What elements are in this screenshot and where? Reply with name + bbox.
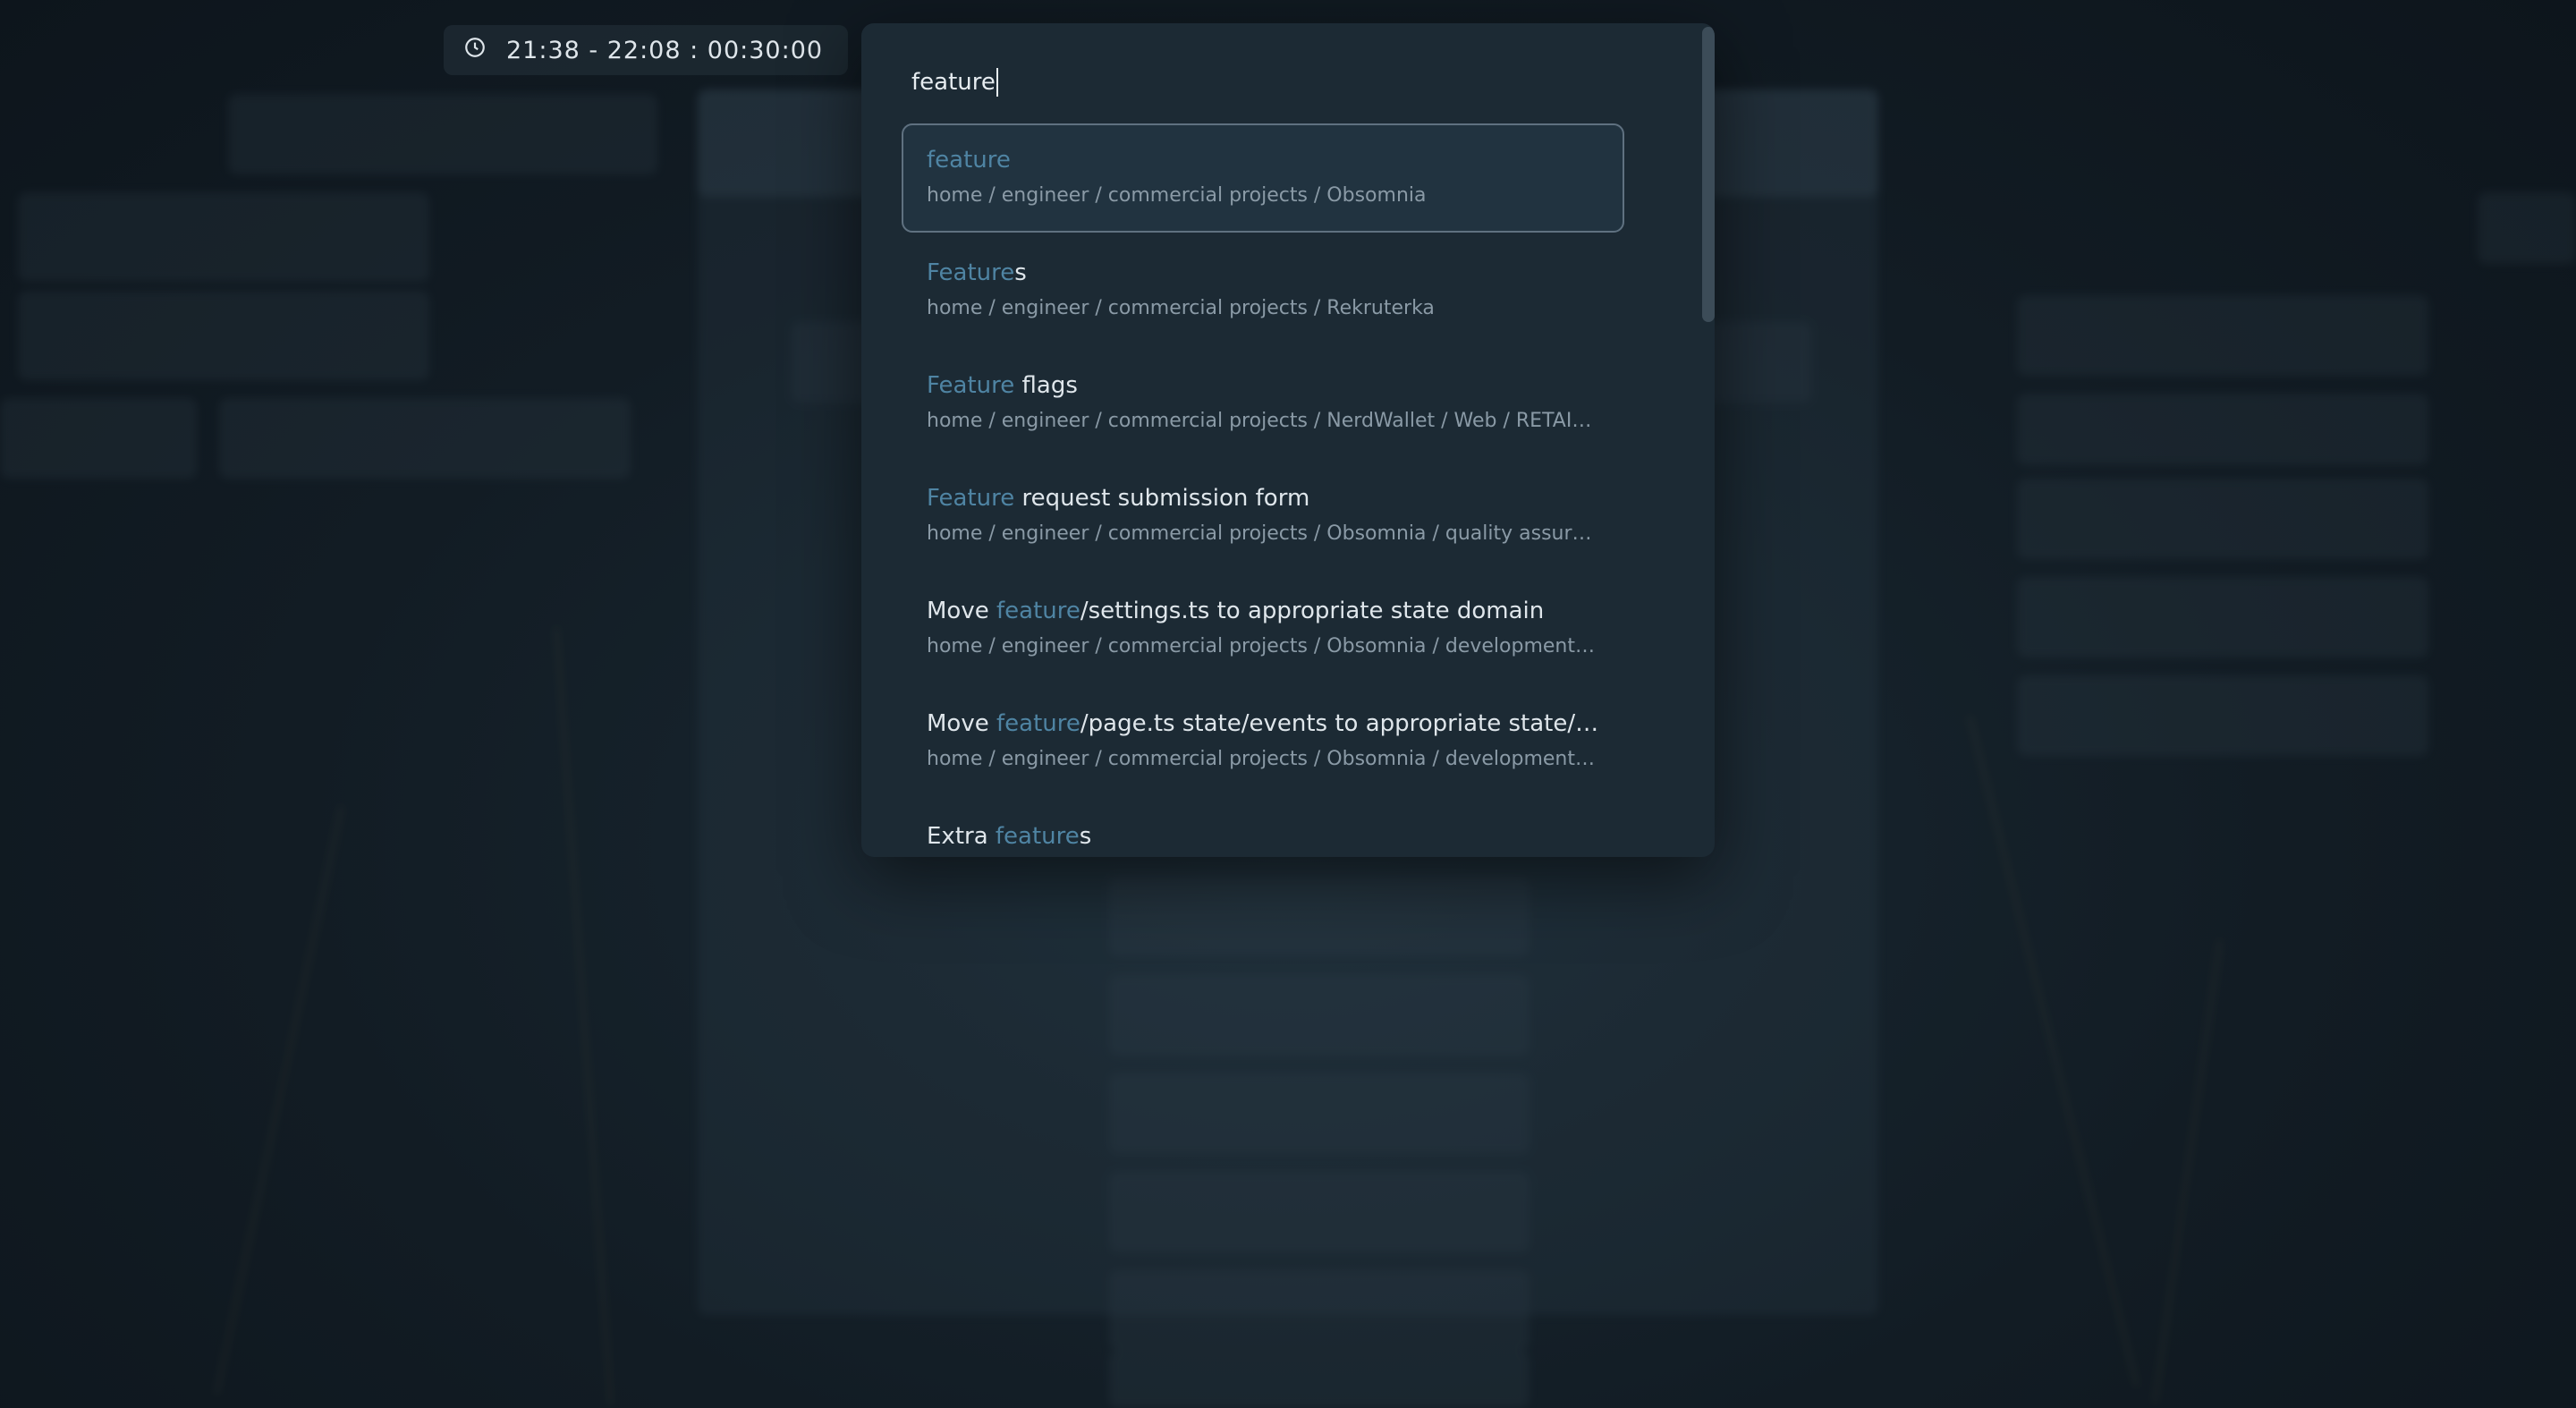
title-text: request submission form [1014, 485, 1310, 512]
match-highlight: Feature [927, 372, 1015, 399]
bg-grass [2153, 939, 2222, 1404]
title-text: s [1014, 259, 1027, 286]
result-path: home / engineer / commercial projects / … [927, 748, 1599, 770]
bg-card [2017, 295, 2428, 376]
bg-card [0, 398, 197, 479]
result-path: home / engineer / commercial projects / … [927, 522, 1599, 545]
scrollbar-track[interactable] [1700, 23, 1715, 857]
bg-card [18, 291, 429, 380]
bg-card [1109, 877, 1530, 957]
bg-card [2017, 479, 2428, 559]
search-result-item[interactable]: Extra features [902, 800, 1624, 857]
search-results-list: feature home / engineer / commercial proj… [902, 123, 1624, 857]
command-palette: feature feature home / engineer / commerc… [861, 23, 1715, 857]
clock-icon [463, 36, 487, 65]
title-text: Extra [927, 823, 996, 850]
bg-grass [1968, 715, 2140, 1388]
search-row: feature [911, 61, 1665, 104]
bg-card [1109, 975, 1530, 1056]
time-range-text: 21:38 - 22:08 : 00:30:00 [506, 36, 824, 64]
result-title: Feature flags [927, 370, 1599, 401]
search-result-item[interactable]: Feature flags home / engineer / commercia… [902, 349, 1624, 458]
result-path: home / engineer / commercial projects / … [927, 297, 1435, 319]
search-result-item[interactable]: Features home / engineer / commercial pro… [902, 236, 1624, 345]
title-text: flags [1014, 372, 1078, 399]
result-title: Features [927, 258, 1599, 288]
title-text: /page.ts state/events to appropriate sta… [1080, 710, 1599, 737]
time-range-display[interactable]: 21:38 - 22:08 : 00:30:00 [444, 25, 849, 75]
match-highlight: feature [995, 823, 1080, 850]
search-input[interactable]: feature [911, 69, 996, 96]
bg-grass [214, 805, 343, 1396]
title-text: /settings.ts to appropriate state domain [1080, 598, 1545, 624]
result-title: Move feature/page.ts state/events to app… [927, 708, 1599, 739]
bg-card [1109, 1270, 1530, 1351]
match-highlight: feature [996, 710, 1080, 737]
match-highlight: feature [996, 598, 1080, 624]
title-text: Move [927, 710, 996, 737]
title-text: Move [927, 598, 996, 624]
result-path: home / engineer / commercial projects / … [927, 184, 1427, 207]
bg-card [2017, 577, 2428, 657]
result-path: home / engineer / commercial projects / … [927, 410, 1599, 432]
bg-card [1109, 1351, 1530, 1408]
search-result-item[interactable]: feature home / engineer / commercial proj… [902, 123, 1624, 233]
bg-card [228, 94, 657, 174]
result-title: Move feature/settings.ts to appropriate … [927, 596, 1599, 626]
bg-card [1109, 1073, 1530, 1154]
match-highlight: feature [927, 147, 1011, 174]
search-result-item[interactable]: Move feature/page.ts state/events to app… [902, 687, 1624, 796]
result-title: feature [927, 145, 1599, 175]
scrollbar-thumb[interactable] [1702, 27, 1715, 322]
bg-grass [555, 625, 613, 1406]
bg-card [1109, 1172, 1530, 1252]
text-caret [996, 68, 998, 97]
bg-card [2478, 192, 2576, 264]
bg-card [219, 398, 631, 479]
result-title: Extra features [927, 821, 1599, 852]
title-text: s [1079, 823, 1092, 850]
bg-card [2017, 394, 2428, 465]
result-title: Feature request submission form [927, 483, 1599, 513]
match-highlight: Feature [927, 259, 1015, 286]
match-highlight: Feature [927, 485, 1015, 512]
bg-card [18, 192, 429, 282]
search-result-item[interactable]: Move feature/settings.ts to appropriate … [902, 574, 1624, 683]
bg-card [2017, 675, 2428, 756]
search-result-item[interactable]: Feature request submission form home / en… [902, 462, 1624, 571]
result-path: home / engineer / commercial projects / … [927, 635, 1599, 657]
